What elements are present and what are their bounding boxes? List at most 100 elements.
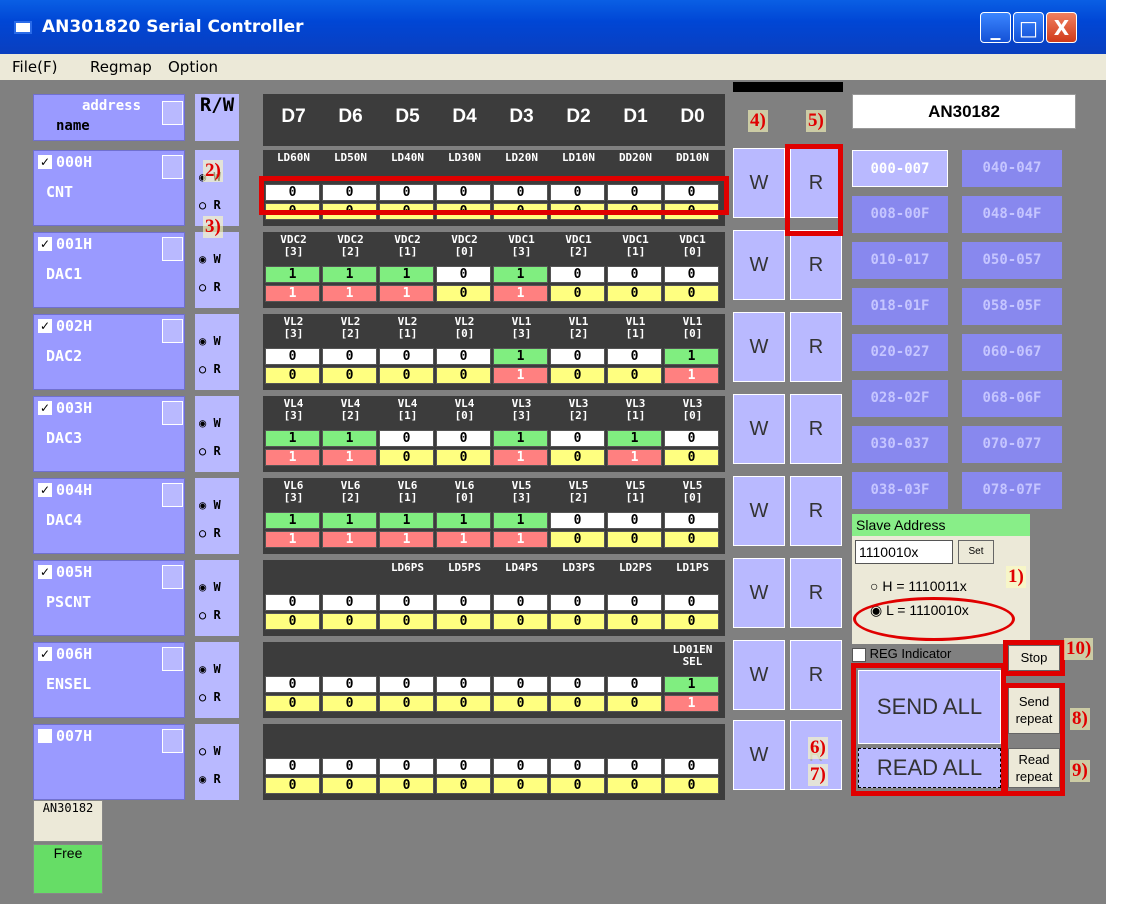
- write-bit-cell[interactable]: 0: [550, 758, 605, 775]
- write-bit-cell[interactable]: 0: [379, 676, 434, 693]
- write-button[interactable]: W: [733, 312, 785, 382]
- register-checkbox[interactable]: [38, 729, 52, 743]
- register-checkbox[interactable]: ✓: [38, 647, 52, 661]
- page-button[interactable]: 068-06F: [962, 380, 1062, 417]
- write-bit-cell[interactable]: 1: [436, 512, 491, 529]
- register-checkbox[interactable]: ✓: [38, 155, 52, 169]
- write-bit-cell[interactable]: 0: [265, 594, 320, 611]
- write-radio[interactable]: ◉ W: [199, 334, 221, 348]
- write-bit-cell[interactable]: 0: [436, 594, 491, 611]
- write-bit-cell[interactable]: 0: [265, 758, 320, 775]
- write-button[interactable]: W: [733, 230, 785, 300]
- write-bit-cell[interactable]: 0: [607, 594, 662, 611]
- write-bit-cell[interactable]: 1: [493, 348, 548, 365]
- write-radio[interactable]: ○ W: [199, 744, 221, 758]
- write-bit-cell[interactable]: 0: [436, 758, 491, 775]
- read-button[interactable]: R: [790, 558, 842, 628]
- write-bit-cell[interactable]: 0: [493, 594, 548, 611]
- write-button[interactable]: W: [733, 394, 785, 464]
- page-button[interactable]: 028-02F: [852, 380, 948, 417]
- register-select-box[interactable]: [162, 483, 183, 507]
- page-button[interactable]: 040-047: [962, 150, 1062, 187]
- write-bit-cell[interactable]: 0: [436, 348, 491, 365]
- register-select-box[interactable]: [162, 565, 183, 589]
- write-bit-cell[interactable]: 0: [550, 594, 605, 611]
- write-bit-cell[interactable]: 0: [550, 676, 605, 693]
- register-select-box[interactable]: [162, 401, 183, 425]
- page-button[interactable]: 010-017: [852, 242, 948, 279]
- register-select-box[interactable]: [162, 155, 183, 179]
- reg-indicator-checkbox[interactable]: [852, 647, 866, 662]
- read-radio[interactable]: ○ R: [199, 690, 221, 704]
- write-bit-cell[interactable]: 0: [664, 512, 719, 529]
- write-radio[interactable]: ◉ W: [199, 252, 221, 266]
- register-select-box[interactable]: [162, 319, 183, 343]
- write-bit-cell[interactable]: 0: [607, 676, 662, 693]
- write-bit-cell[interactable]: 1: [322, 266, 377, 283]
- page-button[interactable]: 020-027: [852, 334, 948, 371]
- write-bit-cell[interactable]: 0: [436, 676, 491, 693]
- write-bit-cell[interactable]: 0: [664, 758, 719, 775]
- header-select-box[interactable]: [162, 101, 183, 125]
- read-radio[interactable]: ○ R: [199, 198, 221, 212]
- write-bit-cell[interactable]: 0: [265, 348, 320, 365]
- write-bit-cell[interactable]: 0: [379, 758, 434, 775]
- write-bit-cell[interactable]: 0: [664, 430, 719, 447]
- write-bit-cell[interactable]: 1: [493, 430, 548, 447]
- write-bit-cell[interactable]: 0: [664, 594, 719, 611]
- write-bit-cell[interactable]: 0: [550, 348, 605, 365]
- write-bit-cell[interactable]: 0: [322, 348, 377, 365]
- write-bit-cell[interactable]: 1: [493, 512, 548, 529]
- write-button[interactable]: W: [733, 558, 785, 628]
- write-bit-cell[interactable]: 0: [607, 266, 662, 283]
- menu-file[interactable]: File(F): [12, 58, 57, 76]
- write-bit-cell[interactable]: 1: [607, 430, 662, 447]
- read-radio[interactable]: ○ R: [199, 280, 221, 294]
- maximize-button[interactable]: □: [1013, 12, 1044, 43]
- page-button[interactable]: 078-07F: [962, 472, 1062, 509]
- menu-regmap[interactable]: Regmap: [90, 58, 152, 76]
- write-bit-cell[interactable]: 0: [379, 594, 434, 611]
- read-radio[interactable]: ○ R: [199, 526, 221, 540]
- write-button[interactable]: W: [733, 476, 785, 546]
- write-button[interactable]: W: [733, 640, 785, 710]
- slave-address-input[interactable]: 1110010x: [855, 540, 953, 564]
- slave-h-option[interactable]: ○ H = 1110011x: [870, 578, 967, 594]
- set-button[interactable]: Set: [958, 540, 994, 564]
- write-bit-cell[interactable]: 0: [322, 758, 377, 775]
- write-bit-cell[interactable]: 0: [322, 676, 377, 693]
- register-checkbox[interactable]: ✓: [38, 483, 52, 497]
- register-select-box[interactable]: [162, 237, 183, 261]
- write-bit-cell[interactable]: 0: [265, 676, 320, 693]
- write-bit-cell[interactable]: 0: [664, 266, 719, 283]
- write-bit-cell[interactable]: 0: [322, 594, 377, 611]
- write-radio[interactable]: ◉ W: [199, 580, 221, 594]
- write-bit-cell[interactable]: 0: [550, 512, 605, 529]
- write-bit-cell[interactable]: 0: [607, 512, 662, 529]
- read-button[interactable]: R: [790, 640, 842, 710]
- write-bit-cell[interactable]: 1: [664, 348, 719, 365]
- page-button[interactable]: 030-037: [852, 426, 948, 463]
- register-checkbox[interactable]: ✓: [38, 319, 52, 333]
- menu-option[interactable]: Option: [168, 58, 218, 76]
- write-bit-cell[interactable]: 1: [379, 512, 434, 529]
- page-button[interactable]: 038-03F: [852, 472, 948, 509]
- write-bit-cell[interactable]: 0: [607, 348, 662, 365]
- write-bit-cell[interactable]: 0: [436, 266, 491, 283]
- page-button[interactable]: 050-057: [962, 242, 1062, 279]
- read-button[interactable]: R: [790, 476, 842, 546]
- write-button[interactable]: W: [733, 720, 785, 790]
- register-select-box[interactable]: [162, 729, 183, 753]
- read-radio[interactable]: ◉ R: [199, 772, 221, 786]
- write-bit-cell[interactable]: 0: [379, 430, 434, 447]
- write-bit-cell[interactable]: 1: [265, 430, 320, 447]
- write-bit-cell[interactable]: 1: [265, 266, 320, 283]
- page-button[interactable]: 058-05F: [962, 288, 1062, 325]
- write-radio[interactable]: ◉ W: [199, 662, 221, 676]
- write-bit-cell[interactable]: 1: [322, 512, 377, 529]
- read-button[interactable]: R: [790, 394, 842, 464]
- chip-status-name[interactable]: AN30182: [33, 800, 103, 842]
- write-bit-cell[interactable]: 1: [379, 266, 434, 283]
- page-button[interactable]: 060-067: [962, 334, 1062, 371]
- register-checkbox[interactable]: ✓: [38, 565, 52, 579]
